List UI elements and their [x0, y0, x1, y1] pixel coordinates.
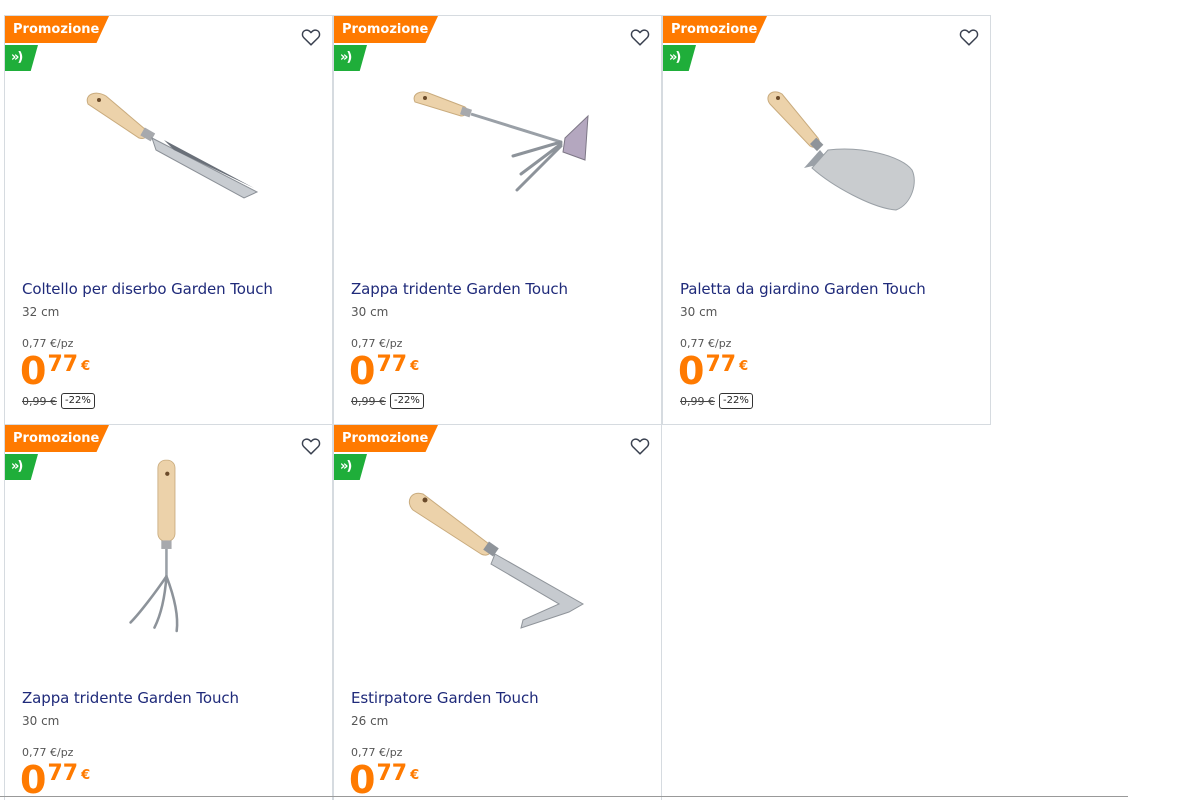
- price-currency: €: [81, 768, 91, 783]
- old-price: 0,99 €: [351, 394, 386, 408]
- trowel-image[interactable]: [712, 80, 942, 220]
- price-currency: €: [410, 359, 420, 374]
- old-price-row: 0,99 € -22%: [351, 393, 424, 409]
- price-integer: 0: [349, 349, 375, 393]
- price-currency: €: [410, 768, 420, 783]
- price-integer: 0: [20, 349, 46, 393]
- promo-badge: Promozione: [334, 425, 438, 452]
- delivery-flag-icon: »): [334, 454, 367, 480]
- hoe-fork-image[interactable]: [383, 80, 613, 220]
- product-title[interactable]: Zappa tridente Garden Touch: [22, 689, 239, 707]
- product-card[interactable]: Promozione ») Zappa tridente Garden Touc…: [333, 15, 662, 425]
- promo-badge: Promozione: [5, 16, 109, 43]
- product-grid: Promozione ») Coltello per diserbo Garde…: [4, 15, 991, 800]
- product-title[interactable]: Estirpatore Garden Touch: [351, 689, 539, 707]
- discount-badge: -22%: [390, 393, 424, 409]
- product-size: 32 cm: [22, 305, 60, 319]
- heart-icon[interactable]: [958, 26, 980, 48]
- price: 0 77 €: [20, 759, 90, 800]
- promo-badge: Promozione: [663, 16, 767, 43]
- price-integer: 0: [349, 758, 375, 800]
- product-title[interactable]: Paletta da giardino Garden Touch: [680, 280, 926, 298]
- old-price: 0,99 €: [22, 394, 57, 408]
- product-size: 30 cm: [22, 714, 60, 728]
- heart-icon[interactable]: [300, 435, 322, 457]
- price: 0 77 €: [678, 350, 748, 392]
- weeder-image[interactable]: [383, 480, 613, 650]
- delivery-flag-icon: »): [5, 45, 38, 71]
- price-integer: 0: [678, 349, 704, 393]
- price-integer: 0: [20, 758, 46, 800]
- price-currency: €: [739, 359, 749, 374]
- price-decimal: 77: [376, 352, 408, 377]
- product-card[interactable]: Promozione ») Paletta da giardino Garden…: [662, 15, 991, 425]
- price-currency: €: [81, 359, 91, 374]
- price-decimal: 77: [376, 761, 408, 786]
- old-price-row: 0,99 € -22%: [22, 393, 95, 409]
- price: 0 77 €: [349, 350, 419, 392]
- product-title[interactable]: Coltello per diserbo Garden Touch: [22, 280, 273, 298]
- product-card[interactable]: Promozione ») Estirpatore Garden Touch 2…: [333, 424, 662, 800]
- price-decimal: 77: [705, 352, 737, 377]
- delivery-flag-icon: »): [5, 454, 38, 480]
- heart-icon[interactable]: [629, 435, 651, 457]
- hand-cultivator-image[interactable]: [69, 455, 269, 660]
- price: 0 77 €: [349, 759, 419, 800]
- weeding-knife-image[interactable]: [54, 80, 284, 220]
- delivery-flag-icon: »): [663, 45, 696, 71]
- price: 0 77 €: [20, 350, 90, 392]
- promo-badge: Promozione: [5, 425, 109, 452]
- delivery-flag-icon: »): [334, 45, 367, 71]
- product-card[interactable]: Promozione ») Zappa tridente Garden Touc…: [4, 424, 333, 800]
- heart-icon[interactable]: [629, 26, 651, 48]
- product-size: 26 cm: [351, 714, 389, 728]
- promo-badge: Promozione: [334, 16, 438, 43]
- old-price-row: 0,99 € -22%: [680, 393, 753, 409]
- old-price: 0,99 €: [680, 394, 715, 408]
- product-card[interactable]: Promozione ») Coltello per diserbo Garde…: [4, 15, 333, 425]
- discount-badge: -22%: [719, 393, 753, 409]
- discount-badge: -22%: [61, 393, 95, 409]
- price-decimal: 77: [47, 352, 79, 377]
- product-title[interactable]: Zappa tridente Garden Touch: [351, 280, 568, 298]
- heart-icon[interactable]: [300, 26, 322, 48]
- product-size: 30 cm: [680, 305, 718, 319]
- price-decimal: 77: [47, 761, 79, 786]
- page-divider: [0, 796, 1128, 797]
- product-size: 30 cm: [351, 305, 389, 319]
